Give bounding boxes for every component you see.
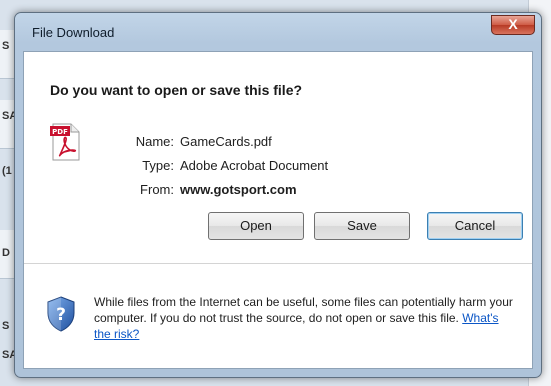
- open-button[interactable]: Open: [208, 212, 304, 240]
- security-warning-text: While files from the Internet can be use…: [94, 295, 513, 325]
- file-source-label: From:: [140, 182, 174, 197]
- background-text-fragment: S: [2, 40, 10, 52]
- svg-text:?: ?: [56, 305, 66, 325]
- file-type-label: Type:: [142, 158, 174, 173]
- background-text-fragment: (1: [2, 165, 12, 177]
- close-button[interactable]: X: [491, 15, 535, 35]
- close-icon: X: [508, 16, 518, 32]
- file-name-label: Name:: [135, 134, 174, 149]
- background-text-fragment: S: [2, 320, 10, 332]
- security-warning: While files from the Internet can be use…: [94, 294, 514, 342]
- dialog-body: Do you want to open or save this file? P…: [23, 51, 533, 369]
- title-bar[interactable]: File Download X: [15, 13, 541, 51]
- pdf-badge-text: PDF: [52, 128, 68, 136]
- window-title: File Download: [32, 25, 115, 40]
- file-type-value: Adobe Acrobat Document: [180, 158, 329, 173]
- cancel-button[interactable]: Cancel: [427, 212, 523, 240]
- file-name-value: GameCards.pdf: [180, 134, 272, 149]
- divider: [24, 263, 532, 264]
- background-text-fragment: D: [2, 247, 10, 259]
- file-download-dialog: File Download X Do you want to open or s…: [14, 12, 542, 378]
- file-source-value: www.gotsport.com: [180, 182, 297, 197]
- shield-question-icon: ?: [47, 296, 75, 332]
- save-button[interactable]: Save: [314, 212, 410, 240]
- dialog-question: Do you want to open or save this file?: [50, 82, 303, 98]
- pdf-file-icon: PDF: [50, 123, 80, 161]
